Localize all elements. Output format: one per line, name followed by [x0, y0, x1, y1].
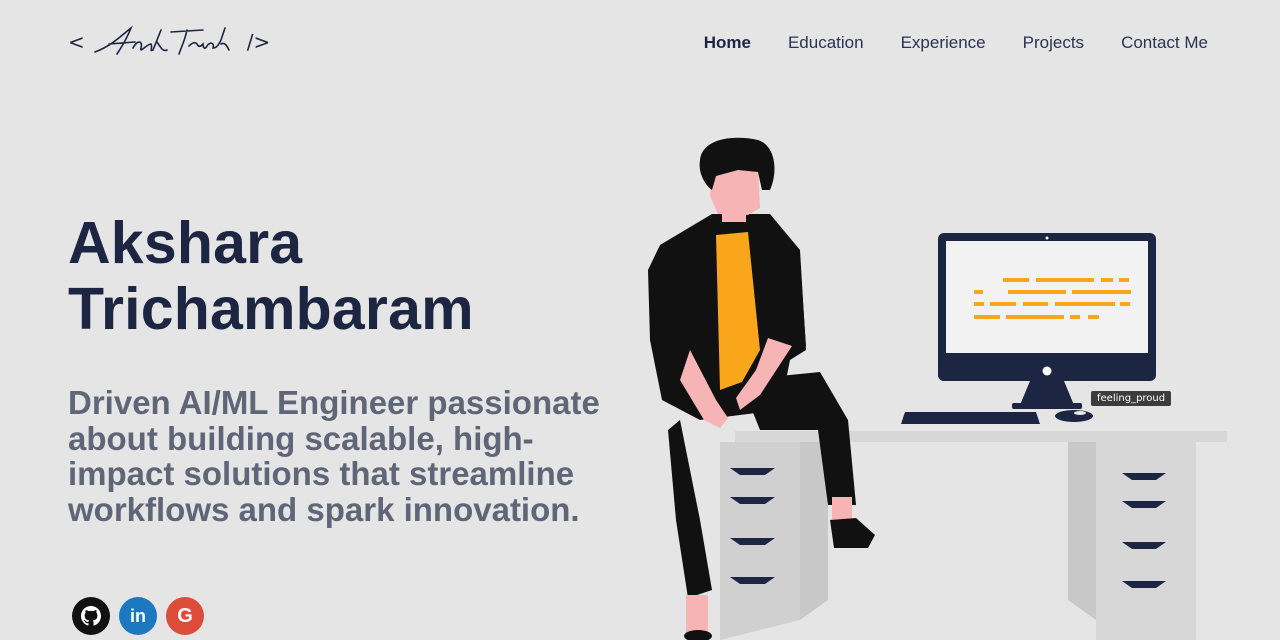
- mouse: [1055, 410, 1093, 422]
- github-icon: [81, 606, 101, 626]
- github-link[interactable]: [72, 597, 110, 635]
- keyboard: [901, 412, 1040, 424]
- logo-close-bracket: />: [246, 30, 271, 54]
- desk: [720, 431, 1227, 640]
- linkedin-link[interactable]: in: [119, 597, 157, 635]
- nav-projects[interactable]: Projects: [1023, 33, 1084, 53]
- linkedin-icon: in: [130, 605, 146, 626]
- nav-home[interactable]: Home: [704, 33, 751, 53]
- hero-tagline: Driven AI/ML Engineer passionate about b…: [68, 384, 600, 528]
- google-link[interactable]: G: [166, 597, 204, 635]
- main-nav: Home Education Experience Projects Conta…: [704, 33, 1208, 53]
- tooltip: feeling_proud: [1091, 391, 1172, 406]
- google-icon: G: [177, 604, 193, 627]
- hero-name-first: Akshara: [68, 210, 303, 276]
- logo-open-bracket: <: [68, 30, 85, 54]
- nav-education[interactable]: Education: [788, 33, 864, 53]
- nav-experience[interactable]: Experience: [901, 33, 986, 53]
- hero-name-last: Trichambaram: [68, 276, 474, 342]
- site-logo[interactable]: < />: [68, 22, 270, 62]
- hero-illustration: [648, 137, 1227, 640]
- logo-signature: [93, 25, 230, 55]
- hero-name: Akshara Trichambaram: [68, 210, 474, 342]
- nav-contact[interactable]: Contact Me: [1121, 33, 1208, 53]
- social-links: in G: [72, 597, 204, 635]
- monitor: [938, 233, 1156, 409]
